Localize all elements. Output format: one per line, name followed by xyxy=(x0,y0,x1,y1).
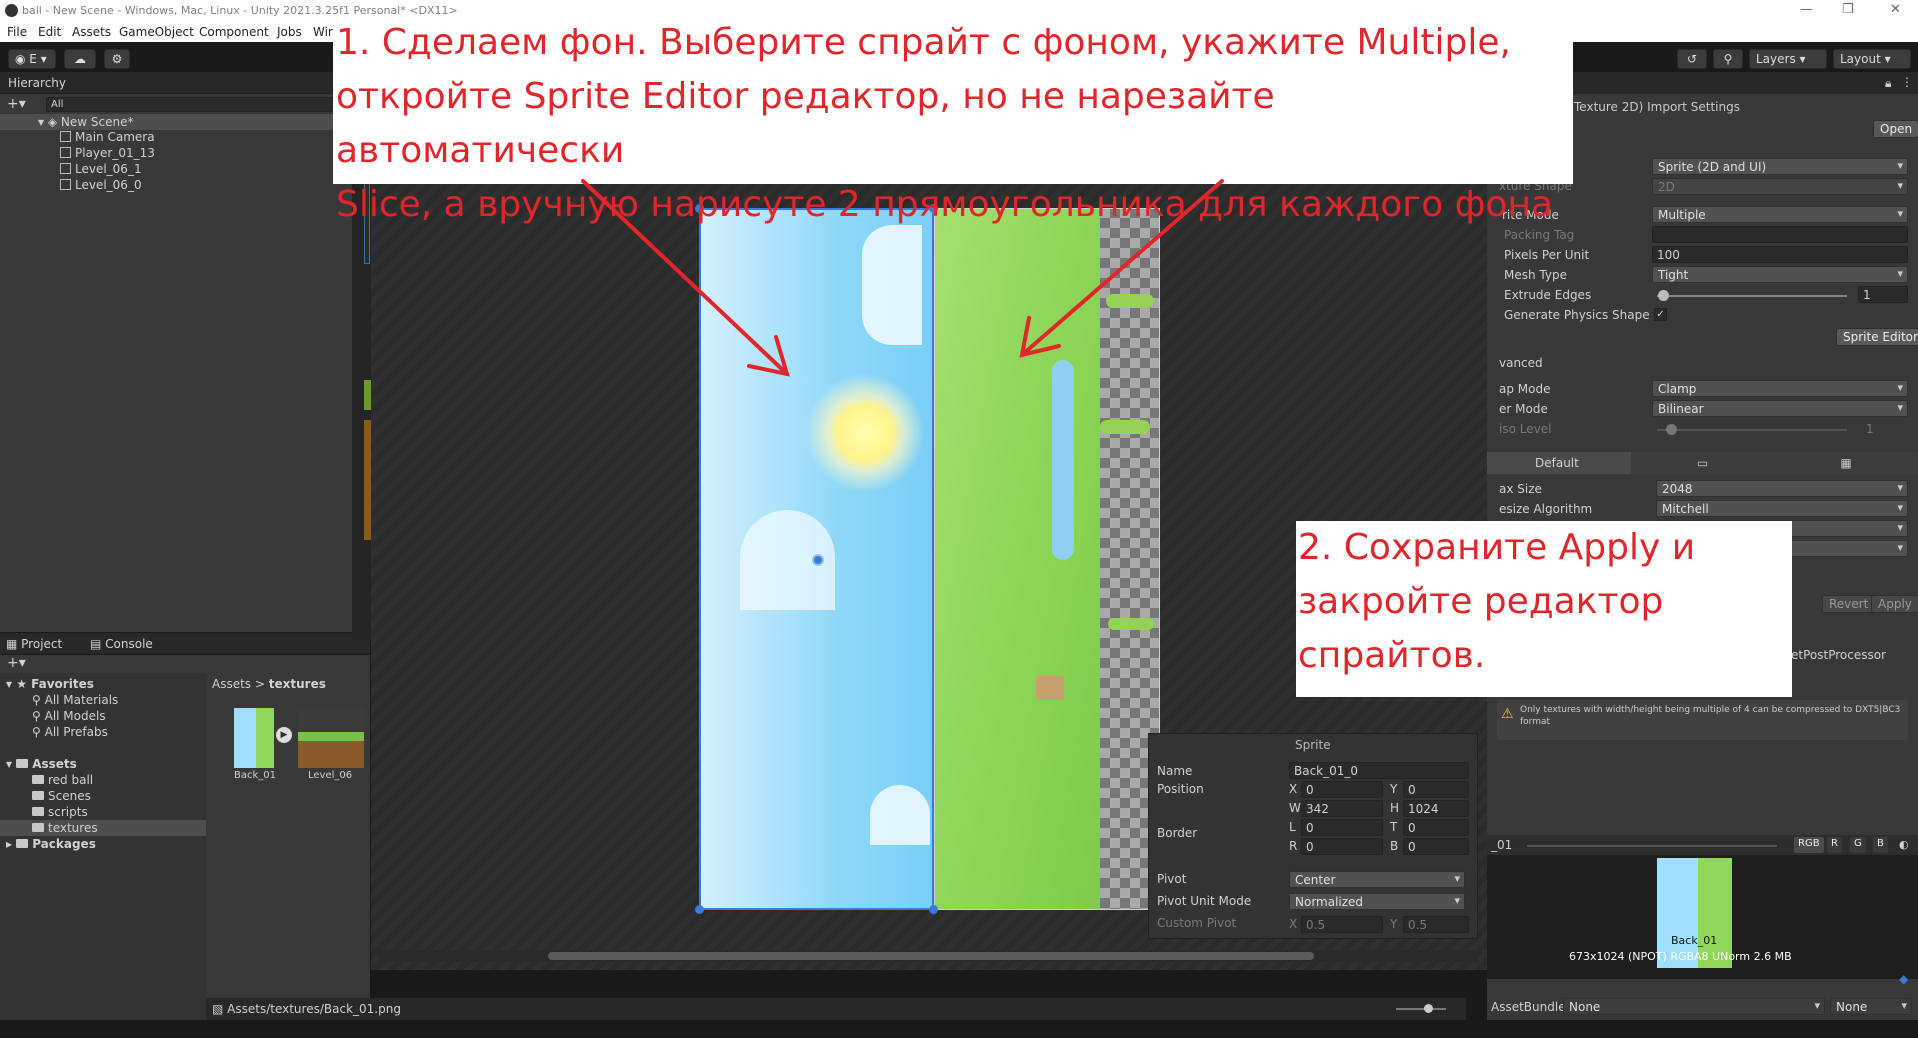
annotation-arrows xyxy=(581,179,1224,377)
arrow-to-grass-icon xyxy=(1020,179,1224,357)
arrow-to-sky-icon xyxy=(581,179,789,376)
